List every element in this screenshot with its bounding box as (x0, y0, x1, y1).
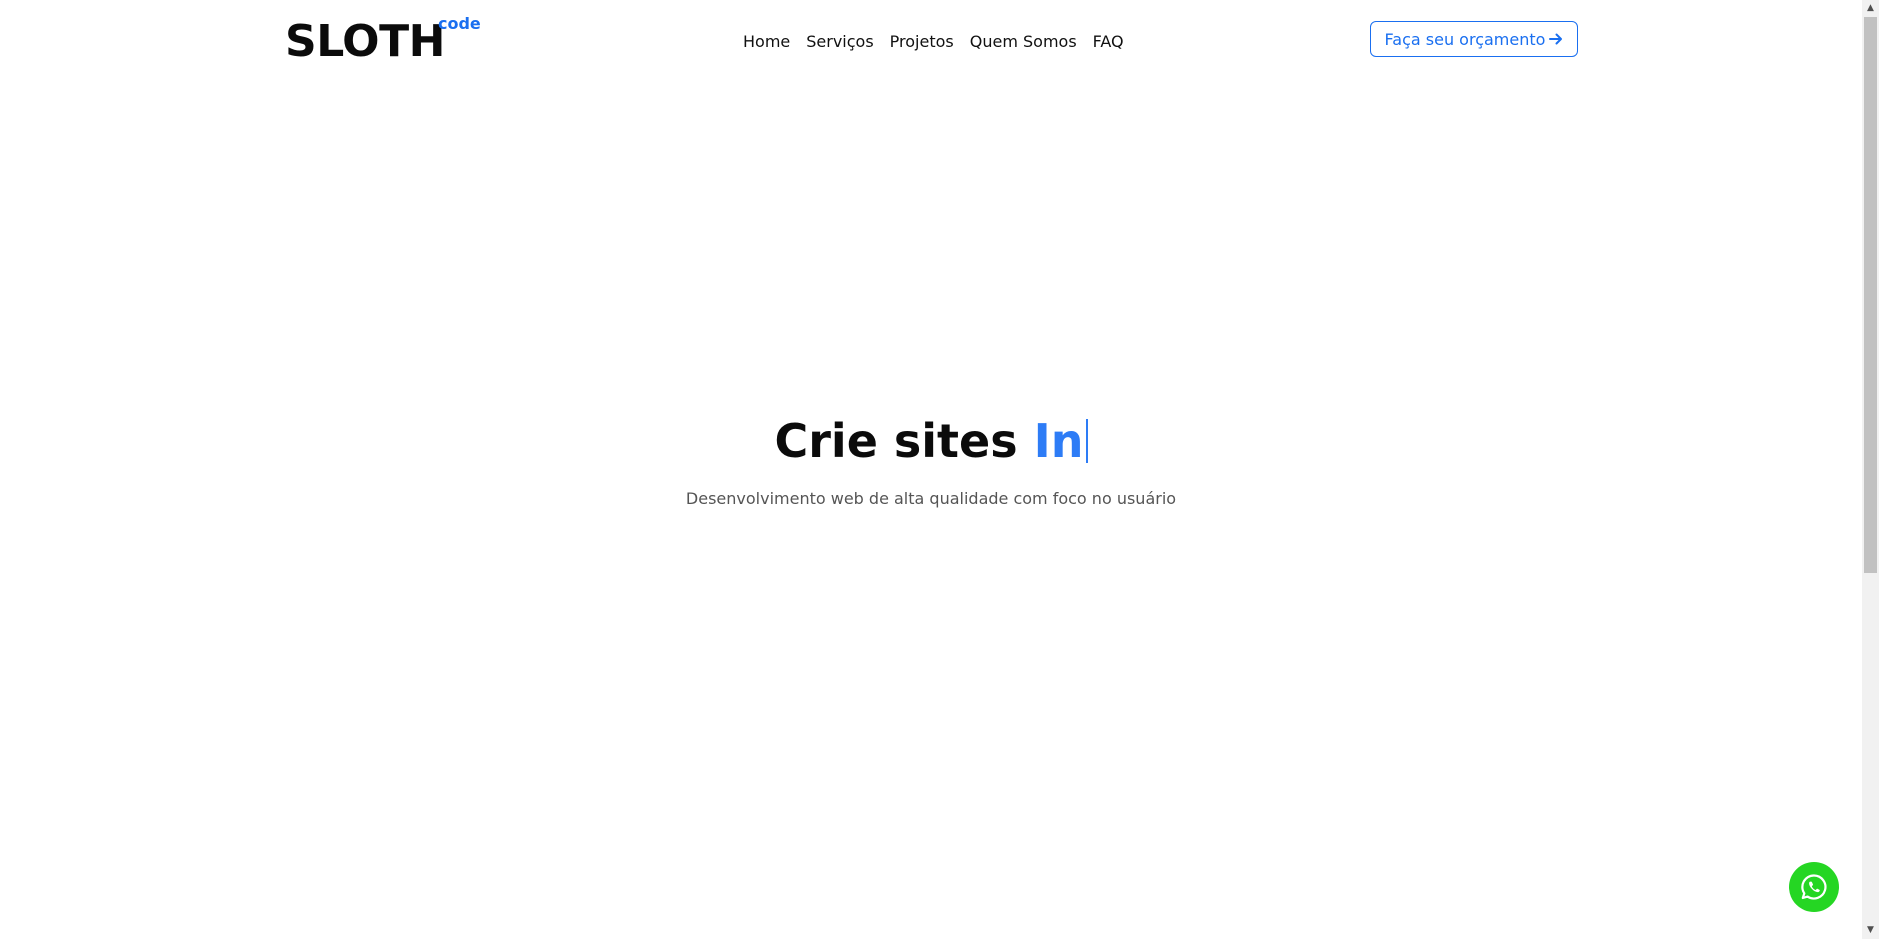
page: SLOTH code Home Serviços Projetos Quem S… (0, 0, 1879, 939)
scroll-up-arrow-icon[interactable]: ▲ (1862, 0, 1879, 17)
nav-item-quem-somos: Quem Somos (970, 32, 1077, 52)
whatsapp-button[interactable] (1789, 862, 1839, 912)
vertical-scrollbar[interactable]: ▲ ▼ (1862, 0, 1879, 939)
nav-link-quem-somos[interactable]: Quem Somos (970, 32, 1077, 51)
typing-cursor (1085, 419, 1088, 463)
whatsapp-icon (1799, 872, 1829, 902)
quote-button[interactable]: Faça seu orçamento (1370, 21, 1578, 57)
nav-item-home: Home (743, 32, 790, 52)
scrollbar-thumb[interactable] (1864, 17, 1877, 573)
scroll-down-arrow-icon[interactable]: ▼ (1862, 922, 1879, 939)
nav-item-faq: FAQ (1093, 32, 1124, 52)
navbar: SLOTH code Home Serviços Projetos Quem S… (285, 14, 1581, 68)
nav-item-projetos: Projetos (890, 32, 954, 52)
hero-title-static: Crie sites (774, 414, 1034, 468)
hero-title: Crie sites In (0, 410, 1862, 472)
main-content: SLOTH code Home Serviços Projetos Quem S… (0, 0, 1862, 939)
nav-link-faq[interactable]: FAQ (1093, 32, 1124, 51)
hero-subtitle: Desenvolvimento web de alta qualidade co… (685, 489, 1177, 508)
logo-superscript: code (438, 14, 481, 33)
logo-text: SLOTH (285, 16, 445, 67)
hero-title-typed: In (1033, 414, 1084, 468)
nav-link-servicos[interactable]: Serviços (806, 32, 873, 51)
nav-menu: Home Serviços Projetos Quem Somos FAQ (743, 32, 1124, 52)
nav-link-home[interactable]: Home (743, 32, 790, 51)
hero-section: Crie sites In Desenvolvimento web de alt… (0, 410, 1862, 510)
arrow-right-icon (1549, 32, 1563, 46)
quote-button-label: Faça seu orçamento (1384, 29, 1546, 49)
nav-item-servicos: Serviços (806, 32, 873, 52)
nav-link-projetos[interactable]: Projetos (890, 32, 954, 51)
